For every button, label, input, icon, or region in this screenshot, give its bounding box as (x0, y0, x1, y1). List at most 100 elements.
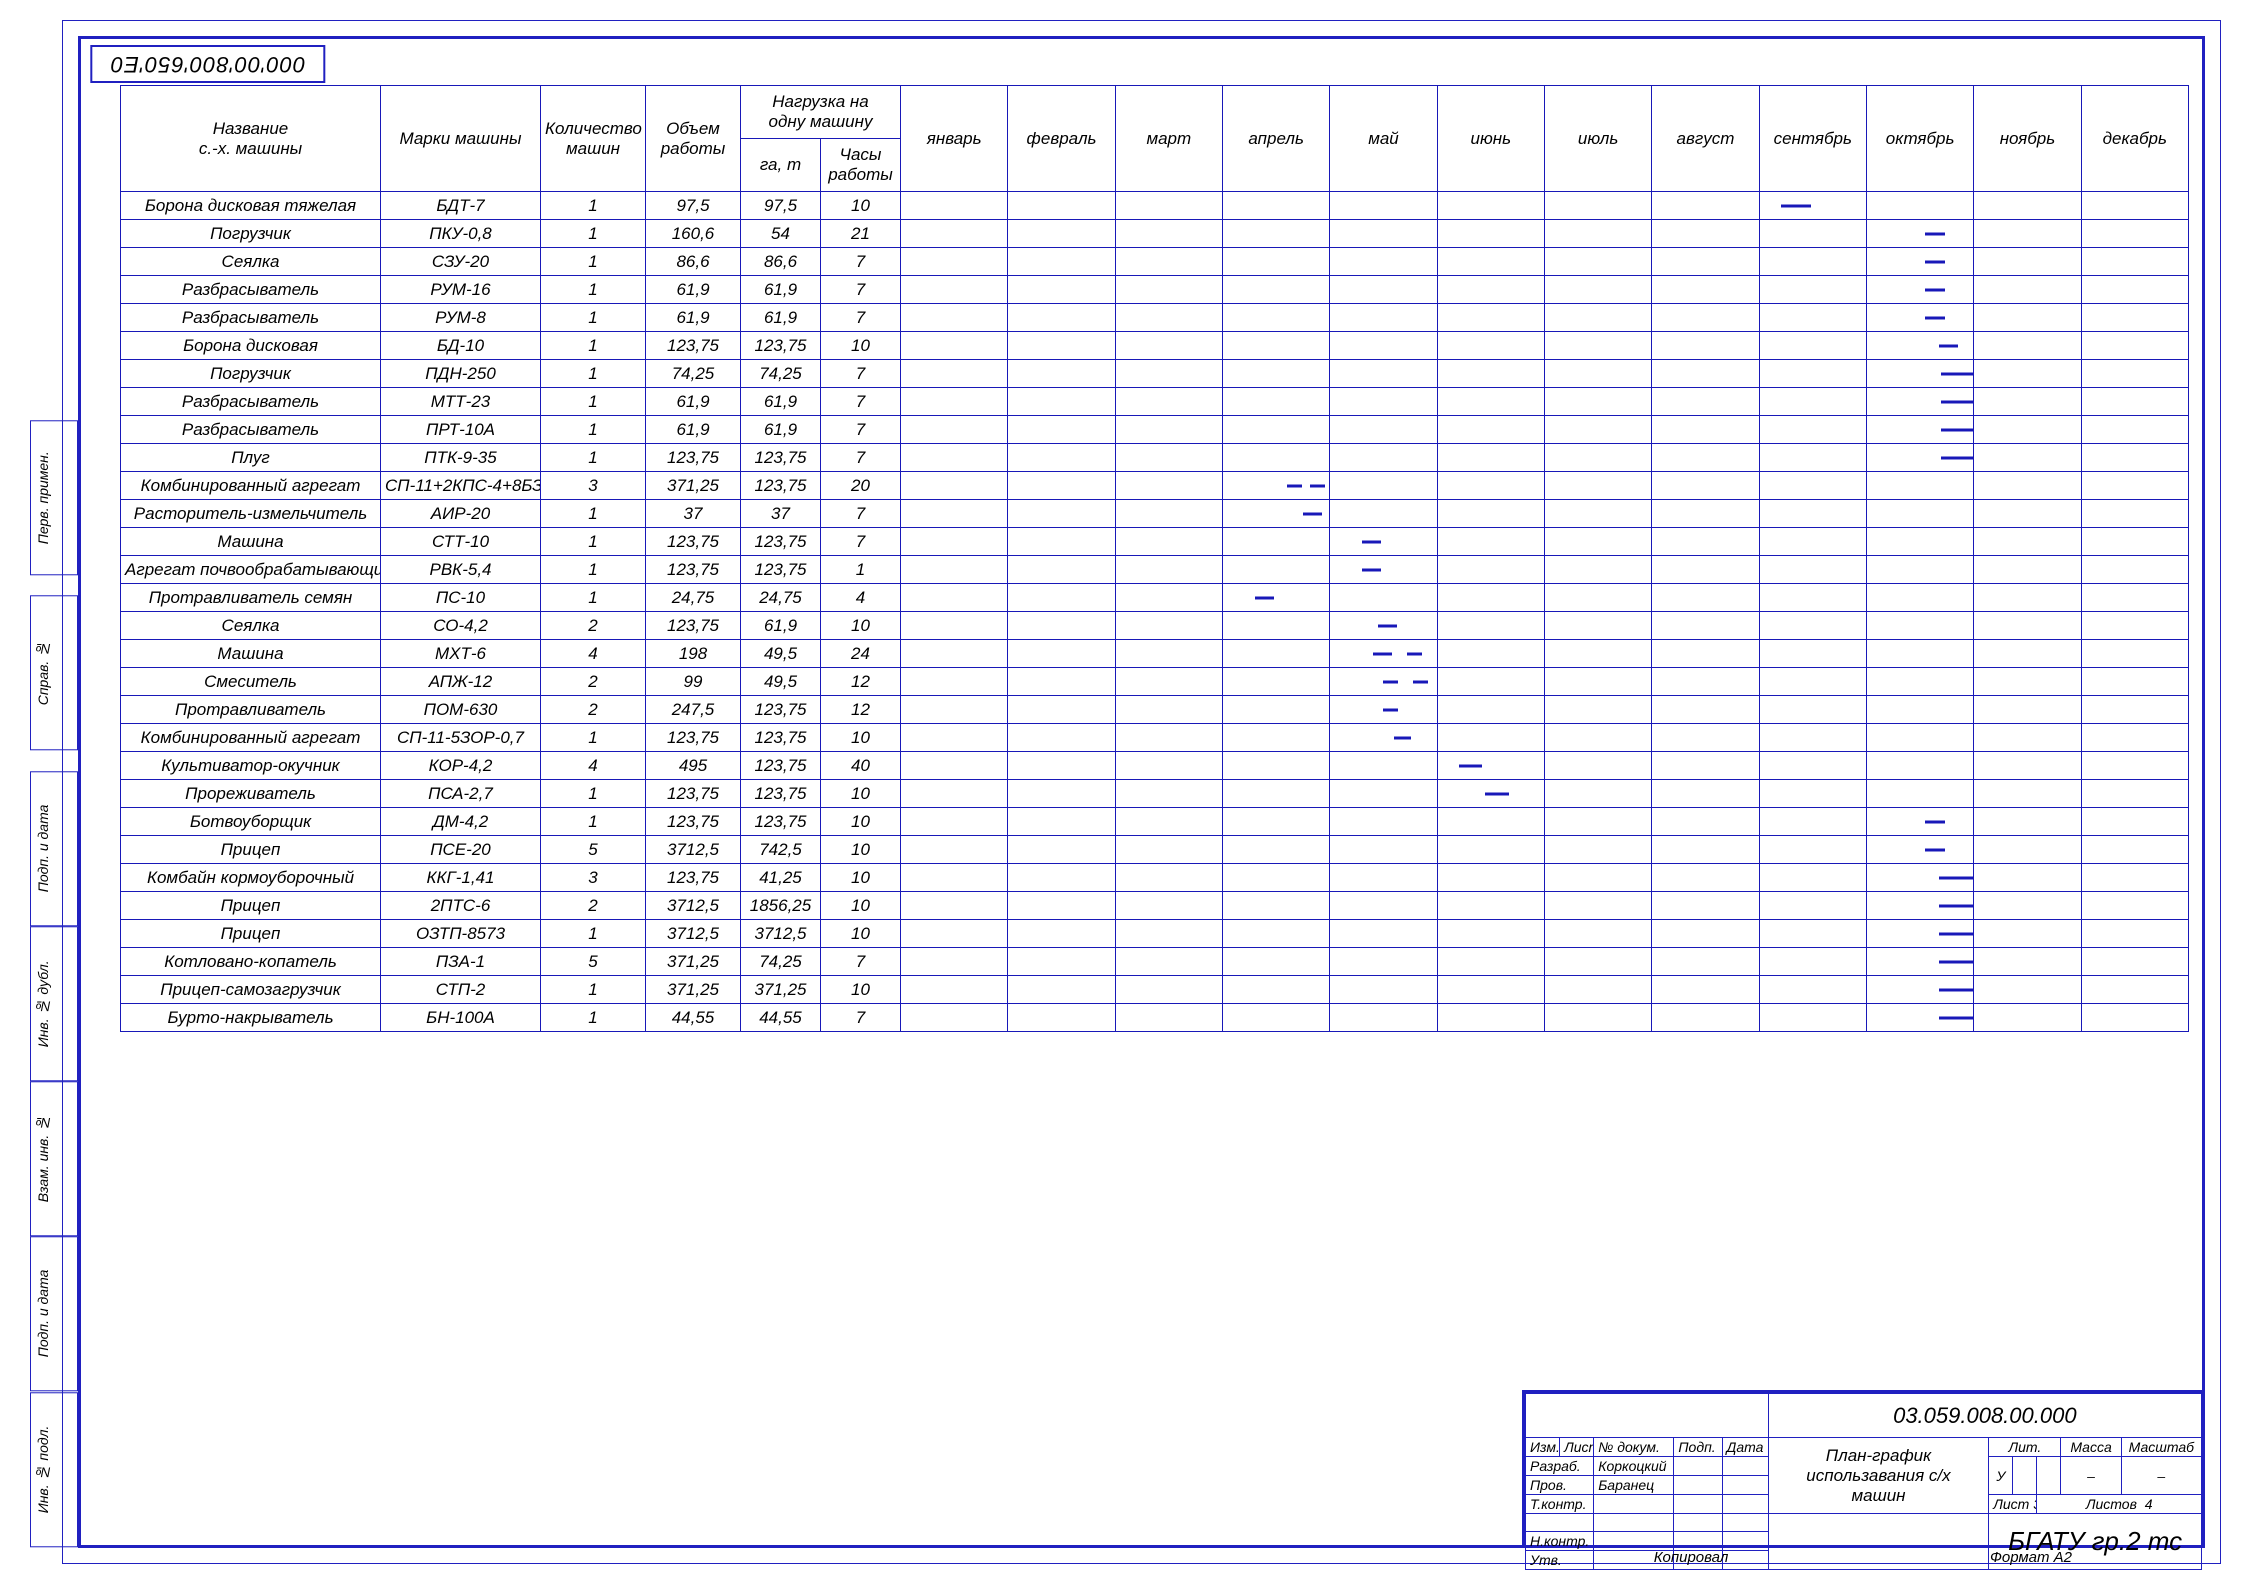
gantt-bar (1925, 232, 1944, 235)
tb-name: Коркоцкий (1594, 1457, 1674, 1476)
cell-value: 495 (646, 752, 741, 780)
tb-scale-val: – (2121, 1457, 2201, 1495)
cell-month (1974, 360, 2081, 388)
col-month: декабрь (2081, 86, 2188, 192)
cell-month (1115, 388, 1222, 416)
table-row: Агрегат почвообрабатывающийРВК-5,41123,7… (121, 556, 2189, 584)
cell-month (1974, 416, 2081, 444)
side-label: Инв. № дубл. (30, 926, 78, 1081)
table-row: МашинаСТТ-101123,75123,757 (121, 528, 2189, 556)
tb-mass-val: – (2061, 1457, 2121, 1495)
cell-month (1330, 332, 1437, 360)
tb-name (1594, 1495, 1674, 1514)
cell-month (1544, 500, 1651, 528)
cell-value: 5 (541, 948, 646, 976)
cell-value: 123,75 (646, 556, 741, 584)
cell-month (1652, 808, 1759, 836)
cell-month (1544, 388, 1651, 416)
cell-month (1008, 500, 1115, 528)
cell-month (1115, 836, 1222, 864)
cell-month (1330, 220, 1437, 248)
cell-month (1330, 556, 1437, 584)
cell-value: ПСЕ-20 (381, 836, 541, 864)
cell-month (1759, 500, 1866, 528)
cell-month (1974, 920, 2081, 948)
cell-name: Ботвоуборщик (121, 808, 381, 836)
cell-month (901, 276, 1008, 304)
cell-month (1759, 724, 1866, 752)
cell-value: СП-11-5ЗОР-0,7 (381, 724, 541, 752)
cell-month (1652, 780, 1759, 808)
cell-value: МТТ-23 (381, 388, 541, 416)
cell-value: 61,9 (741, 416, 821, 444)
cell-month (1437, 976, 1544, 1004)
cell-value: 1 (541, 584, 646, 612)
cell-month (901, 528, 1008, 556)
cell-month (1544, 668, 1651, 696)
cell-month (1008, 976, 1115, 1004)
cell-month (1759, 584, 1866, 612)
cell-month (1866, 1004, 1973, 1032)
cell-month (2081, 724, 2188, 752)
cell-month (1759, 808, 1866, 836)
cell-value: 10 (821, 612, 901, 640)
cell-month (2081, 976, 2188, 1004)
cell-value: 3712,5 (741, 920, 821, 948)
cell-name: Борона дисковая тяжелая (121, 192, 381, 220)
table-body: Борона дисковая тяжелаяБДТ-7197,597,510П… (121, 192, 2189, 1032)
cell-value: 5 (541, 836, 646, 864)
cell-month (1437, 836, 1544, 864)
cell-value: 7 (821, 416, 901, 444)
cell-value: 54 (741, 220, 821, 248)
cell-month (1544, 192, 1651, 220)
col-vol: Объем работы (646, 86, 741, 192)
cell-month (2081, 556, 2188, 584)
cell-month (1437, 864, 1544, 892)
side-label: Инв. № подл. (30, 1392, 78, 1547)
cell-month (1008, 584, 1115, 612)
gantt-bar (1941, 456, 1973, 459)
cell-month (1437, 584, 1544, 612)
cell-month (1866, 864, 1973, 892)
cell-month (901, 500, 1008, 528)
cell-month (1437, 276, 1544, 304)
cell-month (1544, 808, 1651, 836)
table-row: ПрореживательПСА-2,71123,75123,7510 (121, 780, 2189, 808)
cell-month (1652, 500, 1759, 528)
cell-value: 24,75 (741, 584, 821, 612)
cell-value: ПКУ-0,8 (381, 220, 541, 248)
cell-value: 123,75 (646, 780, 741, 808)
table-row: ПрицепОЗТП-857313712,53712,510 (121, 920, 2189, 948)
cell-month (1544, 752, 1651, 780)
cell-month (1866, 220, 1973, 248)
cell-month (1974, 808, 2081, 836)
cell-month (901, 332, 1008, 360)
cell-value: 3712,5 (646, 892, 741, 920)
cell-month (1759, 556, 1866, 584)
tb-role: Т.контр. (1526, 1495, 1594, 1514)
cell-month (1330, 976, 1437, 1004)
cell-value: 37 (741, 500, 821, 528)
cell-month (1544, 780, 1651, 808)
cell-month (1866, 696, 1973, 724)
cell-value: БД-10 (381, 332, 541, 360)
cell-month (1652, 668, 1759, 696)
cell-name: Протравливатель (121, 696, 381, 724)
cell-month (1652, 416, 1759, 444)
cell-month (1330, 248, 1437, 276)
cell-month (901, 640, 1008, 668)
cell-value: 44,55 (741, 1004, 821, 1032)
cell-value: РУМ-8 (381, 304, 541, 332)
col-month: январь (901, 86, 1008, 192)
cell-month (1222, 696, 1329, 724)
cell-month (1652, 388, 1759, 416)
cell-value: 1 (541, 388, 646, 416)
gantt-bar (1459, 764, 1482, 767)
cell-month (1652, 920, 1759, 948)
cell-month (1866, 808, 1973, 836)
cell-month (901, 668, 1008, 696)
cell-month (1008, 388, 1115, 416)
cell-month (1544, 612, 1651, 640)
cell-value: 123,75 (741, 780, 821, 808)
cell-name: Комбайн кормоуборочный (121, 864, 381, 892)
